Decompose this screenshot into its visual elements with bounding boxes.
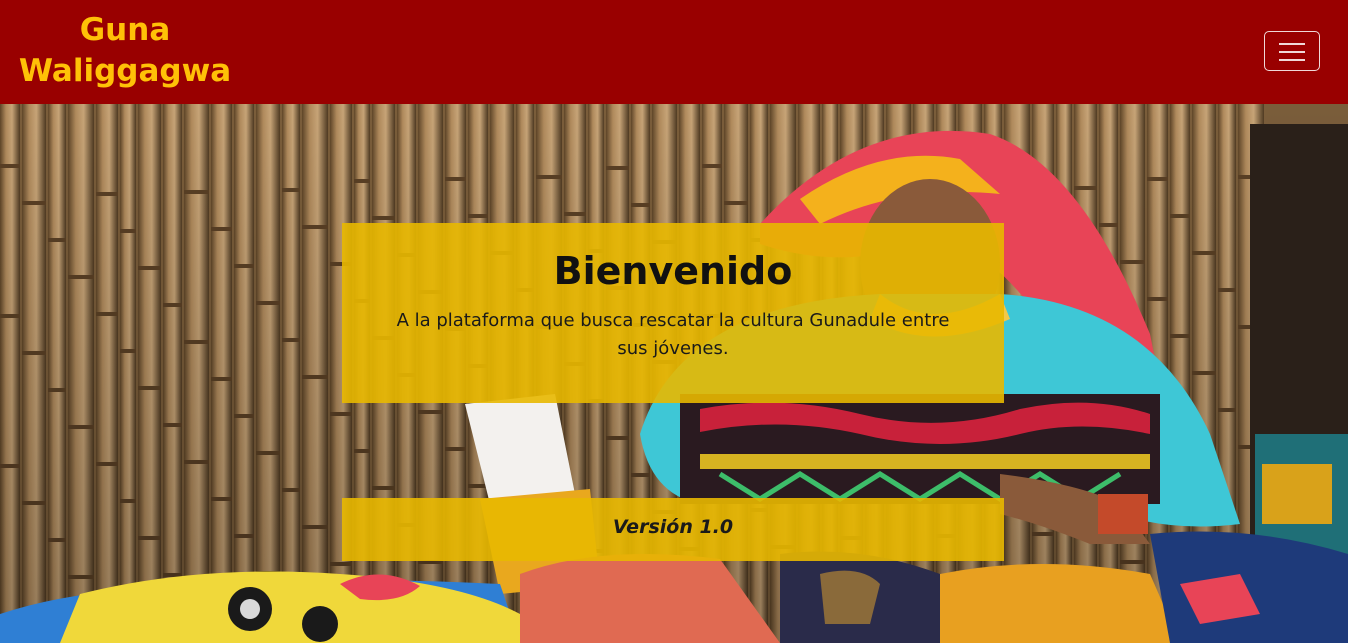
welcome-card: Bienvenido A la plataforma que busca res…	[342, 223, 1004, 403]
welcome-title: Bienvenido	[553, 249, 793, 293]
brand-logo-link[interactable]: Guna Waliggagwa	[0, 10, 250, 92]
brand-line-2: Waliggagwa	[18, 53, 232, 89]
hamburger-menu-icon	[1279, 43, 1305, 45]
hamburger-menu-icon-bar	[1279, 51, 1305, 53]
version-card: Versión 1.0	[342, 498, 1004, 561]
welcome-text: A la plataforma que busca rescatar la cu…	[396, 310, 950, 359]
version-label: Versión 1.0	[612, 516, 734, 538]
navbar: Guna Waliggagwa	[0, 0, 1348, 104]
navbar-toggler-button[interactable]	[1264, 31, 1320, 71]
hero-banner: Bienvenido A la plataforma que busca res…	[0, 104, 1348, 643]
brand-line-1: Guna	[79, 12, 171, 48]
hamburger-menu-icon-bar	[1279, 59, 1305, 61]
